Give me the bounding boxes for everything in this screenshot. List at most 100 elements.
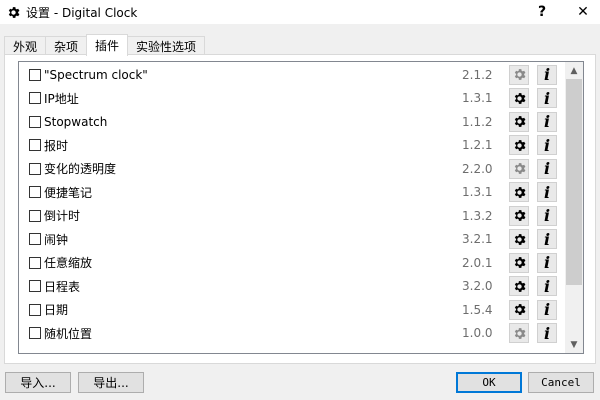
plugin-row: 日期 1.5.4 i xyxy=(19,298,564,322)
plugin-version: 1.0.0 xyxy=(462,326,493,341)
plugin-row: 倒计时 1.3.2 i xyxy=(19,204,564,228)
gear-icon xyxy=(514,257,525,269)
ok-button[interactable]: OK xyxy=(456,372,522,393)
plugin-checkbox[interactable] xyxy=(29,209,41,222)
plugin-name: Stopwatch xyxy=(44,114,108,129)
plugin-settings-button[interactable] xyxy=(509,299,529,320)
close-button[interactable]: ✕ xyxy=(560,0,600,24)
gear-icon xyxy=(514,92,525,104)
info-icon[interactable]: i xyxy=(537,276,557,297)
plugin-settings-button[interactable] xyxy=(509,276,529,297)
plugin-checkbox[interactable] xyxy=(29,280,41,293)
plugin-settings-button[interactable] xyxy=(509,135,529,156)
plugin-settings-button[interactable] xyxy=(509,158,529,179)
plugin-row: 随机位置 1.0.0 i xyxy=(19,322,564,346)
plugin-checkbox[interactable] xyxy=(29,256,41,269)
import-button[interactable]: 导入... xyxy=(5,372,71,393)
info-icon[interactable]: i xyxy=(537,88,557,109)
plugin-row: 闹钟 3.2.1 i xyxy=(19,228,564,252)
plugin-settings-button[interactable] xyxy=(509,111,529,132)
plugin-checkbox[interactable] xyxy=(29,186,41,199)
tab-appearance[interactable]: 外观 xyxy=(4,36,47,56)
plugin-settings-button[interactable] xyxy=(509,229,529,250)
plugin-version: 1.3.1 xyxy=(462,91,493,106)
plugin-row: Stopwatch 1.1.2 i xyxy=(19,110,564,134)
plugin-version: 3.2.0 xyxy=(462,279,493,294)
plugin-name: 日程表 xyxy=(44,279,81,294)
info-icon[interactable]: i xyxy=(537,323,557,344)
info-icon[interactable]: i xyxy=(537,182,557,203)
info-icon[interactable]: i xyxy=(537,111,557,132)
plugin-settings-button[interactable] xyxy=(509,205,529,226)
plugin-name: 随机位置 xyxy=(44,326,93,341)
plugin-checkbox[interactable] xyxy=(29,139,41,152)
plugins-panel: ▲ ▼ "Spectrum clock" 2.1.2 i IP地址 1.3.1 i Stop… xyxy=(4,54,596,364)
info-icon[interactable]: i xyxy=(537,299,557,320)
title-bar: 设置 - Digital Clock ? ✕ xyxy=(0,0,600,24)
cancel-button[interactable]: Cancel xyxy=(528,372,594,393)
plugin-settings-button[interactable] xyxy=(509,88,529,109)
plugin-version: 1.3.1 xyxy=(462,185,493,200)
plugin-name: IP地址 xyxy=(44,91,79,106)
plugin-name: 倒计时 xyxy=(44,209,81,224)
scroll-thumb[interactable] xyxy=(566,79,582,285)
gear-icon xyxy=(514,139,525,151)
plugin-version: 2.2.0 xyxy=(462,161,493,176)
tab-experimental[interactable]: 实验性选项 xyxy=(127,36,206,56)
plugin-settings-button[interactable] xyxy=(509,182,529,203)
plugin-row: 报时 1.2.1 i xyxy=(19,134,564,158)
gear-icon xyxy=(514,116,525,128)
info-icon[interactable]: i xyxy=(537,158,557,179)
plugin-row: "Spectrum clock" 2.1.2 i xyxy=(19,63,564,87)
export-button[interactable]: 导出... xyxy=(78,372,144,393)
info-icon[interactable]: i xyxy=(537,229,557,250)
plugin-version: 1.2.1 xyxy=(462,138,493,153)
plugin-name: 便捷笔记 xyxy=(44,185,93,200)
info-icon[interactable]: i xyxy=(537,135,557,156)
plugin-settings-button[interactable] xyxy=(509,64,529,85)
gear-icon xyxy=(514,163,525,175)
gear-icon xyxy=(514,233,525,245)
help-button[interactable]: ? xyxy=(519,0,565,24)
tab-misc[interactable]: 杂项 xyxy=(45,36,88,56)
plugin-checkbox[interactable] xyxy=(29,303,41,316)
info-icon[interactable]: i xyxy=(537,64,557,85)
info-icon[interactable]: i xyxy=(537,205,557,226)
plugin-name: "Spectrum clock" xyxy=(44,67,148,82)
plugin-row: 变化的透明度 2.2.0 i xyxy=(19,157,564,181)
scroll-up-icon[interactable]: ▲ xyxy=(565,62,583,79)
plugin-version: 2.0.1 xyxy=(462,255,493,270)
plugin-checkbox[interactable] xyxy=(29,115,41,128)
tab-bar: 外观 杂项 插件 实验性选项 xyxy=(4,34,206,56)
plugin-settings-button[interactable] xyxy=(509,252,529,273)
tab-plugins[interactable]: 插件 xyxy=(86,34,129,56)
plugin-version: 3.2.1 xyxy=(462,232,493,247)
info-icon[interactable]: i xyxy=(537,252,557,273)
plugin-checkbox[interactable] xyxy=(29,92,41,105)
plugin-version: 1.1.2 xyxy=(462,114,493,129)
gear-icon xyxy=(514,69,525,81)
plugin-list: ▲ ▼ "Spectrum clock" 2.1.2 i IP地址 1.3.1 i Stop… xyxy=(18,61,584,354)
scroll-down-icon[interactable]: ▼ xyxy=(565,336,583,353)
plugin-name: 报时 xyxy=(44,138,69,153)
plugin-checkbox[interactable] xyxy=(29,233,41,246)
plugin-version: 2.1.2 xyxy=(462,67,493,82)
plugin-version: 1.3.2 xyxy=(462,208,493,223)
window-title: 设置 - Digital Clock xyxy=(26,5,138,20)
gear-icon xyxy=(514,186,525,198)
plugin-row: IP地址 1.3.1 i xyxy=(19,87,564,111)
plugin-name: 闹钟 xyxy=(44,232,69,247)
plugin-version: 1.5.4 xyxy=(462,302,493,317)
plugin-checkbox[interactable] xyxy=(29,162,41,175)
plugin-name: 任意缩放 xyxy=(44,256,93,271)
plugin-settings-button[interactable] xyxy=(509,323,529,344)
vertical-scrollbar[interactable]: ▲ ▼ xyxy=(565,62,583,353)
plugin-row: 便捷笔记 1.3.1 i xyxy=(19,181,564,205)
gear-icon xyxy=(514,304,525,316)
gear-icon xyxy=(514,280,525,292)
plugin-row: 任意缩放 2.0.1 i xyxy=(19,251,564,275)
plugin-name: 变化的透明度 xyxy=(44,162,117,177)
plugin-checkbox[interactable] xyxy=(29,68,41,81)
plugin-checkbox[interactable] xyxy=(29,327,41,340)
plugin-name: 日期 xyxy=(44,303,69,318)
